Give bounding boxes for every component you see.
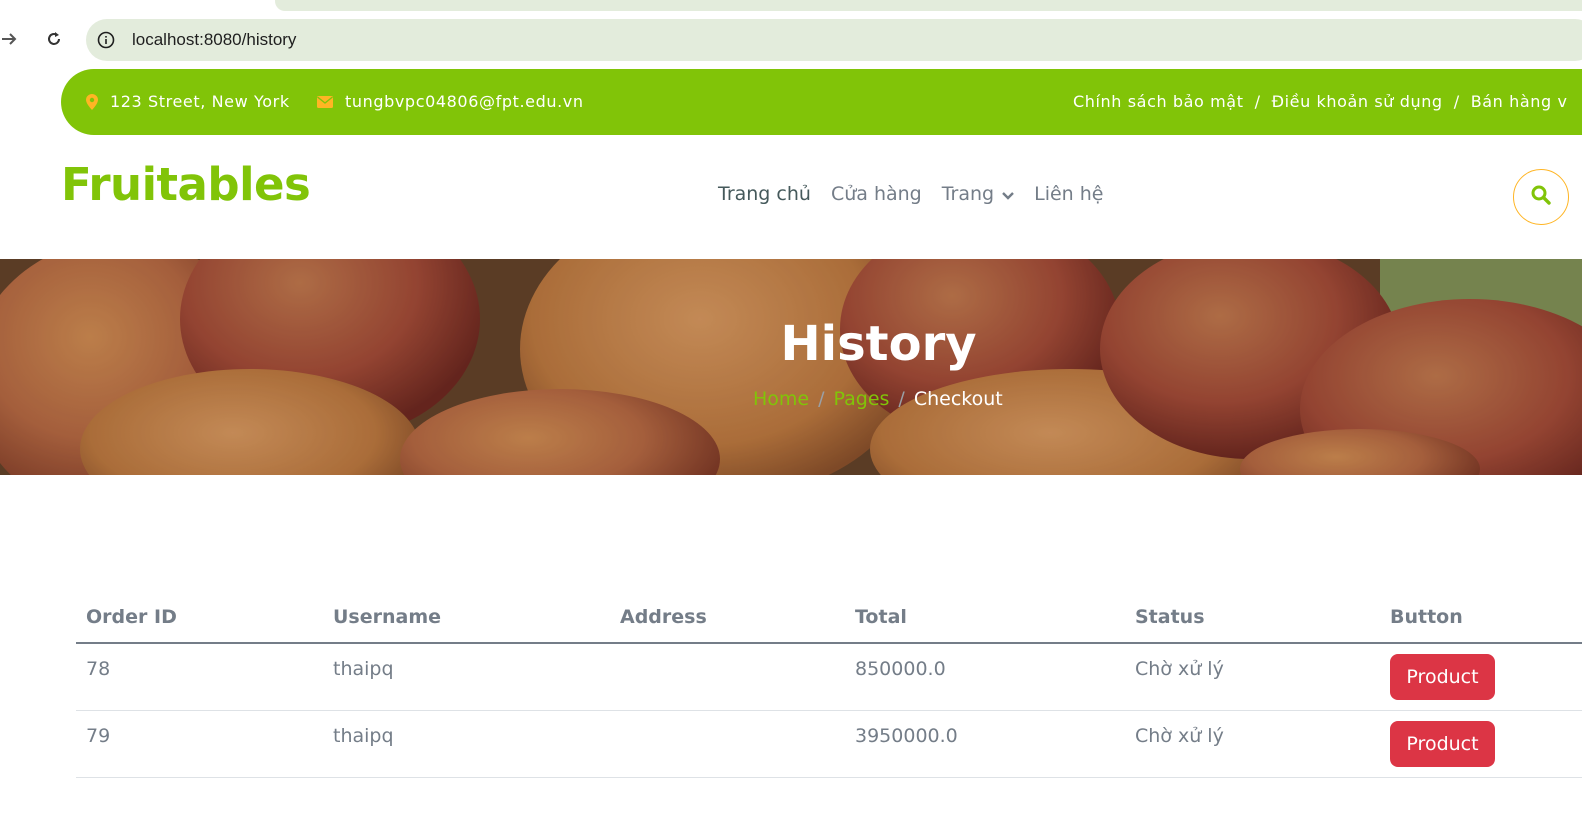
sales-link[interactable]: Bán hàng v (1471, 92, 1568, 111)
header-total: Total (855, 606, 907, 628)
browser-chrome: localhost:8080/history (0, 0, 1582, 70)
nav-item-shop[interactable]: Cửa hàng (831, 183, 922, 205)
nav-item-pages[interactable]: Trang (942, 183, 1014, 205)
page-title: History (780, 316, 977, 372)
breadcrumb-separator: / (898, 388, 905, 410)
privacy-policy-link[interactable]: Chính sách bảo mật (1073, 92, 1244, 111)
terms-of-use-link[interactable]: Điều khoản sử dụng (1272, 92, 1443, 111)
header-order-id: Order ID (86, 606, 177, 628)
brand-logo[interactable]: Fruitables (61, 158, 311, 211)
total-cell: 3950000.0 (855, 725, 958, 747)
nav-item-pages-label: Trang (941, 183, 995, 205)
envelope-icon (317, 95, 333, 108)
status-cell: Chờ xử lý (1135, 725, 1224, 747)
order-id-cell: 79 (86, 725, 111, 747)
table-header-row: Order ID Username Address Total Status B… (76, 592, 1582, 644)
status-cell: Chờ xử lý (1135, 658, 1224, 680)
address-info: 123 Street, New York (86, 92, 290, 111)
search-icon (1531, 185, 1551, 209)
header-button: Button (1390, 606, 1463, 628)
link-separator: / (1254, 92, 1261, 111)
top-info-bar: 123 Street, New York tungbvpc04806@fpt.e… (61, 69, 1582, 135)
product-button[interactable]: Product (1390, 721, 1495, 767)
total-cell: 850000.0 (855, 658, 946, 680)
breadcrumb-home[interactable]: Home (753, 388, 809, 410)
tab-strip (275, 0, 1582, 11)
table-row: 78 thaipq 850000.0 Chờ xử lý Product (76, 644, 1582, 711)
map-marker-icon (86, 93, 98, 110)
chevron-down-icon (1002, 183, 1014, 205)
nav-item-home[interactable]: Trang chủ (718, 183, 811, 205)
nav-item-contact[interactable]: Liên hệ (1034, 183, 1103, 205)
reload-icon[interactable] (41, 26, 67, 52)
url-text[interactable]: localhost:8080/history (132, 30, 296, 50)
address-text: 123 Street, New York (110, 92, 290, 111)
header-address: Address (620, 606, 707, 628)
username-cell: thaipq (333, 725, 394, 747)
info-icon[interactable] (96, 30, 116, 50)
email-info: tungbvpc04806@fpt.edu.vn (317, 92, 584, 111)
search-button[interactable] (1513, 169, 1569, 225)
email-text: tungbvpc04806@fpt.edu.vn (345, 92, 584, 111)
breadcrumb-checkout: Checkout (913, 388, 1003, 410)
address-bar[interactable]: localhost:8080/history (86, 19, 1582, 61)
main-nav: Trang chủ Cửa hàng Trang Liên hệ (718, 183, 1103, 205)
table-row: 79 thaipq 3950000.0 Chờ xử lý Product (76, 711, 1582, 778)
header-username: Username (333, 606, 442, 628)
order-history-table: Order ID Username Address Total Status B… (76, 592, 1582, 778)
policy-links: Chính sách bảo mật / Điều khoản sử dụng … (1073, 92, 1568, 111)
breadcrumb-separator: / (818, 388, 825, 410)
breadcrumb: Home / Pages / Checkout (753, 388, 1003, 410)
product-button[interactable]: Product (1390, 654, 1495, 700)
order-id-cell: 78 (86, 658, 111, 680)
header-status: Status (1135, 606, 1205, 628)
username-cell: thaipq (333, 658, 394, 680)
breadcrumb-pages[interactable]: Pages (834, 388, 890, 410)
link-separator: / (1453, 92, 1460, 111)
arrow-forward-icon[interactable] (0, 26, 22, 52)
